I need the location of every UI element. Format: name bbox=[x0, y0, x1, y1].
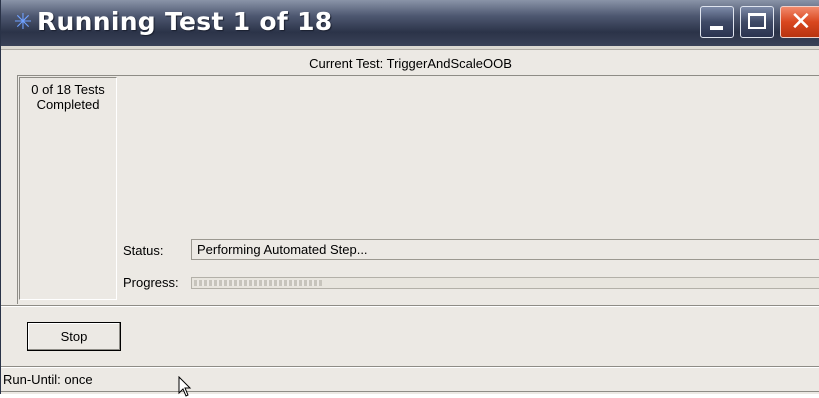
current-test-label: Current Test: TriggerAndScaleOOB bbox=[309, 56, 512, 71]
progress-bar bbox=[191, 277, 819, 289]
status-label: Status: bbox=[123, 243, 164, 258]
title-bar[interactable]: ✳ Running Test 1 of 18 ✕ bbox=[1, 0, 819, 46]
divider-highlight bbox=[1, 367, 819, 368]
tests-completed-count: 0 of 18 Tests Completed bbox=[31, 82, 105, 112]
close-icon: ✕ bbox=[790, 7, 812, 37]
stop-button[interactable]: Stop bbox=[27, 322, 121, 351]
run-until-status: Run-Until: once bbox=[3, 372, 93, 387]
top-border bbox=[1, 46, 819, 50]
test-runner-window: ✳ Running Test 1 of 18 ✕ Current Test: T… bbox=[0, 0, 819, 394]
minimize-icon bbox=[710, 26, 723, 30]
divider bbox=[17, 75, 18, 304]
close-button[interactable]: ✕ bbox=[780, 6, 819, 38]
mouse-cursor-icon bbox=[178, 376, 192, 397]
minimize-button[interactable] bbox=[700, 6, 734, 38]
divider bbox=[17, 75, 819, 76]
maximize-icon bbox=[748, 13, 766, 29]
tests-completed-panel: 0 of 18 Tests Completed bbox=[19, 77, 117, 300]
maximize-button[interactable] bbox=[740, 6, 774, 38]
progress-fill bbox=[194, 280, 322, 286]
progress-label: Progress: bbox=[123, 275, 179, 290]
status-field: Performing Automated Step... bbox=[191, 239, 819, 260]
agilent-spark-icon: ✳ bbox=[13, 9, 33, 34]
divider-highlight bbox=[1, 306, 819, 307]
divider bbox=[1, 391, 819, 392]
window-title: Running Test 1 of 18 bbox=[37, 7, 333, 36]
